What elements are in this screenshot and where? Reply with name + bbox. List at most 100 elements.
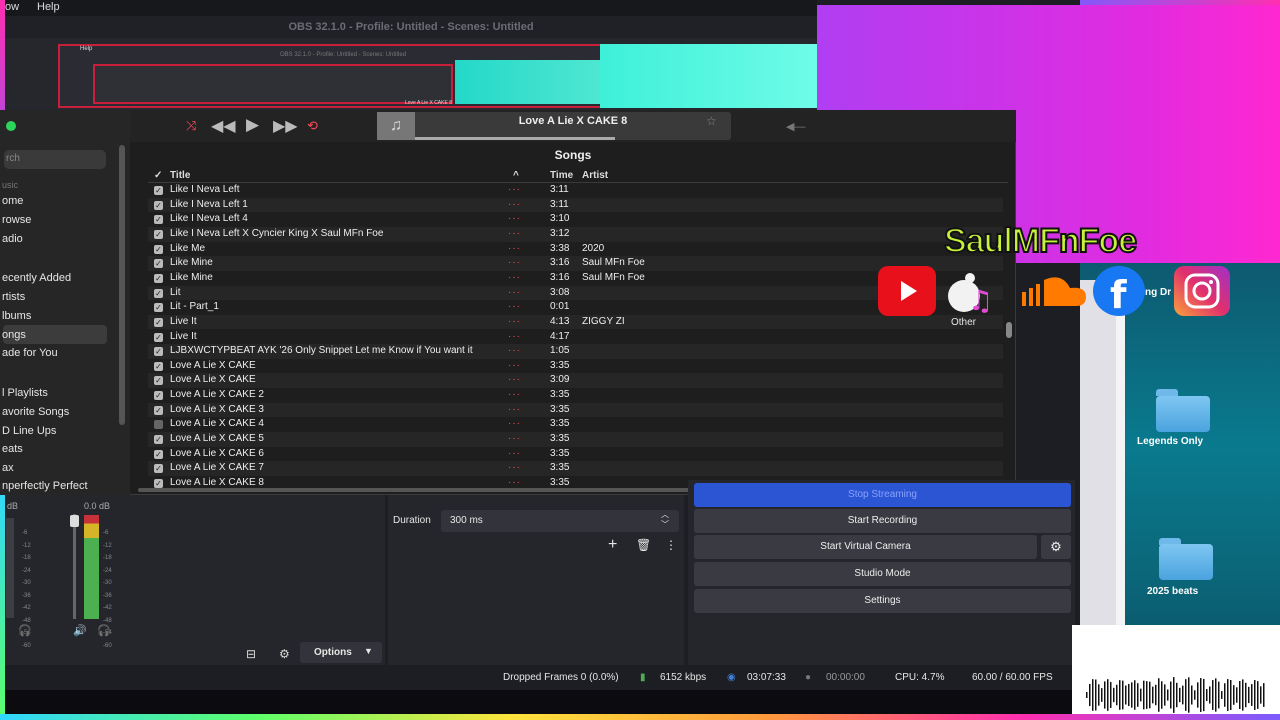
more-icon[interactable]: ··· bbox=[508, 360, 521, 371]
start-recording-button[interactable]: Start Recording bbox=[694, 509, 1071, 533]
volume-slider[interactable]: ◀— bbox=[786, 120, 805, 133]
more-icon[interactable]: ··· bbox=[508, 243, 521, 254]
search-input[interactable]: rch bbox=[4, 150, 106, 169]
sidebar-item-line-ups[interactable]: D Line Ups bbox=[2, 425, 56, 437]
more-icon[interactable]: ··· bbox=[508, 301, 521, 312]
menu-view[interactable]: ow bbox=[5, 1, 19, 13]
volume-fader[interactable] bbox=[70, 515, 79, 527]
song-row[interactable]: ✓ Love A Lie X CAKE 2 ··· 3:35 bbox=[148, 388, 1003, 403]
more-icon[interactable]: ⋮ bbox=[665, 538, 677, 552]
add-icon[interactable]: + bbox=[608, 536, 617, 554]
more-icon[interactable]: ··· bbox=[508, 389, 521, 400]
more-icon[interactable]: ··· bbox=[508, 418, 521, 429]
virtual-camera-gear-icon[interactable]: ⚙ bbox=[1041, 535, 1071, 559]
checkbox[interactable]: ✓ bbox=[154, 464, 163, 474]
checkbox[interactable]: ✓ bbox=[154, 317, 163, 327]
sidebar-item-made-for-you[interactable]: ade for You bbox=[2, 347, 58, 359]
more-icon[interactable]: ··· bbox=[508, 448, 521, 459]
sidebar-scrollbar[interactable] bbox=[119, 145, 125, 425]
more-icon[interactable]: ··· bbox=[508, 184, 521, 195]
studio-mode-button[interactable]: Studio Mode bbox=[694, 562, 1071, 586]
layout-icon[interactable]: ⊟ bbox=[246, 647, 256, 661]
previous-icon[interactable]: ◀◀ bbox=[211, 116, 236, 136]
sidebar-item-recently-added[interactable]: ecently Added bbox=[2, 272, 71, 284]
folder-2025-beats[interactable]: 2025 beats bbox=[1147, 586, 1198, 597]
checkbox[interactable]: ✓ bbox=[154, 449, 163, 459]
headphones-icon[interactable]: 🎧 bbox=[18, 624, 32, 637]
folder-icon-2[interactable] bbox=[1159, 544, 1213, 580]
song-row[interactable]: ✓ Like Me ··· 3:38 2020 bbox=[148, 242, 1003, 257]
checkbox[interactable]: ✓ bbox=[154, 479, 163, 488]
song-row[interactable]: ✓ Love A Lie X CAKE ··· 3:35 bbox=[148, 359, 1003, 374]
song-list-scrollbar[interactable] bbox=[1006, 322, 1012, 338]
more-icon[interactable]: ··· bbox=[508, 433, 521, 444]
song-row[interactable]: ✓ Live It ··· 4:13 ZIGGY ZI bbox=[148, 314, 1003, 330]
checkbox[interactable]: ✓ bbox=[154, 332, 163, 342]
more-icon[interactable]: ··· bbox=[508, 287, 521, 298]
sidebar-item-favorite-songs[interactable]: avorite Songs bbox=[2, 406, 69, 418]
duration-field[interactable]: 300 ms ︿ ﹀ bbox=[441, 510, 679, 532]
checkbox[interactable]: ✓ bbox=[154, 420, 163, 430]
more-icon[interactable]: ··· bbox=[508, 345, 521, 356]
headphones-icon-2[interactable]: 🎧 bbox=[97, 624, 111, 637]
song-row[interactable]: ✓ LJBXWCTYPBEAT AYK '26 Only Snippet Let … bbox=[148, 344, 1003, 359]
song-row[interactable]: ✓ Like Mine ··· 3:16 Saul MFn Foe bbox=[148, 256, 1003, 271]
checkbox[interactable]: ✓ bbox=[154, 288, 163, 298]
song-row[interactable]: ✓ Lit - Part_1 ··· 0:01 bbox=[148, 300, 1003, 315]
song-row[interactable]: ✓ Like I Neva Left X Cyncier King X Saul … bbox=[148, 226, 1003, 242]
sidebar-item-albums[interactable]: lbums bbox=[2, 310, 31, 322]
settings-button[interactable]: Settings bbox=[694, 589, 1071, 613]
checkbox[interactable]: ✓ bbox=[154, 361, 163, 371]
song-row[interactable]: ✓ Like I Neva Left ··· 3:11 bbox=[148, 183, 1003, 198]
sidebar-item-all-playlists[interactable]: l Playlists bbox=[2, 387, 48, 399]
more-icon[interactable]: ··· bbox=[508, 257, 521, 268]
more-icon[interactable]: ··· bbox=[508, 331, 521, 342]
repeat-icon[interactable]: ⟲ bbox=[307, 118, 318, 134]
checkbox[interactable]: ✓ bbox=[154, 405, 163, 415]
stepper-icon[interactable]: ︿ ﹀ bbox=[661, 510, 669, 530]
sidebar-item-imperfectly-perfect[interactable]: nperfectly Perfect bbox=[2, 480, 88, 492]
play-icon[interactable]: ▶ bbox=[246, 115, 259, 135]
song-row[interactable]: ✓ Love A Lie X CAKE ··· 3:09 bbox=[148, 373, 1003, 389]
gear-icon[interactable]: ⚙ bbox=[279, 647, 290, 661]
sidebar-item-artists[interactable]: rtists bbox=[2, 291, 25, 303]
checkbox[interactable]: ✓ bbox=[154, 347, 163, 357]
checkbox[interactable]: ✓ bbox=[154, 376, 163, 386]
song-row[interactable]: ✓ Like I Neva Left 1 ··· 3:11 bbox=[148, 197, 1003, 213]
more-icon[interactable]: ··· bbox=[508, 213, 521, 224]
speaker-icon[interactable]: 🔊 bbox=[73, 624, 87, 637]
song-row[interactable]: ✓ Love A Lie X CAKE 7 ··· 3:35 bbox=[148, 461, 1003, 476]
checkbox[interactable]: ✓ bbox=[154, 391, 163, 401]
checkbox[interactable]: ✓ bbox=[154, 273, 163, 283]
more-icon[interactable]: ··· bbox=[508, 316, 521, 327]
more-icon[interactable]: ··· bbox=[508, 272, 521, 283]
checkbox[interactable]: ✓ bbox=[154, 215, 163, 225]
column-title[interactable]: Title bbox=[170, 170, 190, 181]
sidebar-item-beats[interactable]: eats bbox=[2, 443, 23, 455]
more-icon[interactable]: ··· bbox=[508, 199, 521, 210]
folder-icon[interactable] bbox=[1156, 396, 1210, 432]
menu-help[interactable]: Help bbox=[37, 1, 60, 13]
checkbox[interactable]: ✓ bbox=[154, 229, 163, 239]
sidebar-item-songs[interactable]: ongs bbox=[2, 329, 26, 341]
song-row[interactable]: ✓ Like I Neva Left 4 ··· 3:10 bbox=[148, 212, 1003, 227]
stop-streaming-button[interactable]: Stop Streaming bbox=[694, 483, 1071, 507]
more-icon[interactable]: ··· bbox=[508, 462, 521, 473]
folder-legends-only[interactable]: Legends Only bbox=[1137, 436, 1203, 447]
sidebar-item-home[interactable]: ome bbox=[2, 195, 23, 207]
checkbox[interactable]: ✓ bbox=[154, 303, 163, 313]
window-zoom-button[interactable] bbox=[6, 121, 16, 131]
checkbox[interactable]: ✓ bbox=[154, 244, 163, 254]
song-row[interactable]: ✓ Like Mine ··· 3:16 Saul MFn Foe bbox=[148, 271, 1003, 286]
checkbox[interactable]: ✓ bbox=[154, 435, 163, 445]
checkbox[interactable]: ✓ bbox=[154, 259, 163, 269]
star-icon[interactable]: ☆ bbox=[706, 114, 717, 128]
shuffle-icon[interactable]: ⤨ bbox=[186, 118, 196, 134]
column-time[interactable]: Time bbox=[550, 170, 573, 181]
sort-up-icon[interactable]: ^ bbox=[513, 170, 519, 181]
checkbox[interactable]: ✓ bbox=[154, 186, 163, 195]
song-row[interactable]: ✓ Love A Lie X CAKE 6 ··· 3:35 bbox=[148, 447, 1003, 462]
trash-icon[interactable]: 🗑 bbox=[636, 538, 651, 552]
more-icon[interactable]: ··· bbox=[508, 374, 521, 385]
song-row[interactable]: ✓ Love A Lie X CAKE 4 ··· 3:35 bbox=[148, 417, 1003, 432]
